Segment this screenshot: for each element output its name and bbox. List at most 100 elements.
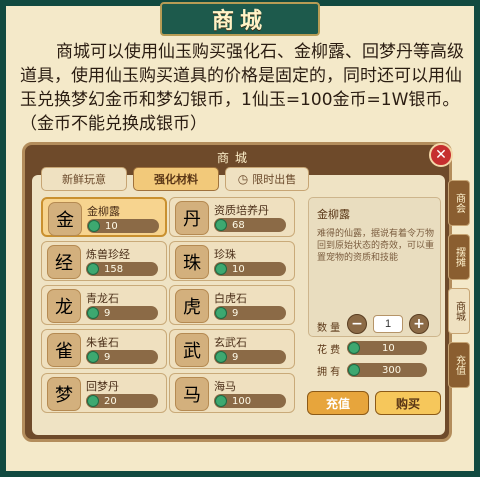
price-value: 10	[105, 220, 118, 232]
jade-coin-icon	[348, 342, 360, 354]
item-price: 9	[214, 350, 286, 364]
item-card[interactable]: 武 玄武石 9	[169, 329, 295, 369]
price-value: 100	[232, 395, 252, 407]
jade-coin-icon	[215, 219, 227, 231]
jade-coin-icon	[87, 351, 99, 363]
side-tab-recharge[interactable]: 充值	[448, 342, 470, 388]
item-icon: 丹	[175, 201, 209, 235]
item-price: 20	[86, 394, 158, 408]
buy-label: 购买	[395, 396, 420, 411]
minus-icon: −	[351, 316, 363, 332]
jade-coin-icon	[215, 395, 227, 407]
item-card[interactable]: 虎 白虎石 9	[169, 285, 295, 325]
jade-coin-icon	[348, 364, 360, 376]
item-price: 9	[86, 350, 158, 364]
item-name: 珍珠	[214, 248, 236, 261]
price-value: 10	[232, 263, 245, 275]
price-value: 9	[104, 307, 111, 319]
cost-pill: 10	[347, 341, 427, 355]
item-grid: 金 金柳露 10 丹 资质培养丹 68 经 炼兽珍经 158 珠 珍珠 10 龙…	[35, 197, 295, 432]
close-icon: ✕	[435, 147, 447, 163]
detail-description: 难得的仙露，据说有着令万物回到原始状态的奇效，可以重置宠物的资质和技能	[317, 229, 435, 263]
jade-coin-icon	[87, 263, 99, 275]
price-value: 9	[232, 351, 239, 363]
item-name: 白虎石	[214, 292, 247, 305]
item-icon: 珠	[175, 245, 209, 279]
quantity-label: 数 量	[317, 323, 341, 334]
banner-title: 商城	[211, 9, 268, 34]
item-icon: 雀	[47, 333, 81, 367]
shop-title-bar: 商城	[175, 147, 295, 167]
cost-label: 花 费	[317, 345, 341, 356]
tab-enhance-materials[interactable]: 强化材料	[133, 167, 219, 191]
recharge-button[interactable]: 充值	[307, 391, 369, 415]
item-card[interactable]: 雀 朱雀石 9	[41, 329, 167, 369]
item-name: 朱雀石	[86, 336, 119, 349]
shop-title: 商城	[216, 150, 253, 165]
price-value: 68	[232, 219, 245, 231]
item-name: 炼兽珍经	[86, 248, 130, 261]
side-tab-label: 摆摊	[453, 247, 465, 267]
item-card[interactable]: 金 金柳露 10	[41, 197, 167, 237]
price-value: 158	[104, 263, 124, 275]
item-card[interactable]: 龙 青龙石 9	[41, 285, 167, 325]
tab-new-items[interactable]: 新鲜玩意	[41, 167, 127, 191]
tab-label: 强化材料	[154, 173, 198, 186]
buy-button[interactable]: 购买	[375, 391, 441, 415]
quantity-input[interactable]	[373, 315, 403, 333]
own-value: 300	[382, 364, 402, 376]
item-name: 海马	[214, 380, 236, 393]
item-card[interactable]: 梦 回梦丹 20	[41, 373, 167, 413]
item-card[interactable]: 丹 资质培养丹 68	[169, 197, 295, 237]
item-card[interactable]: 经 炼兽珍经 158	[41, 241, 167, 281]
tab-label: 限时出售	[252, 173, 297, 186]
item-icon: 梦	[47, 377, 81, 411]
item-price: 158	[86, 262, 158, 276]
item-price: 9	[86, 306, 158, 320]
jade-coin-icon	[215, 351, 227, 363]
item-icon: 武	[175, 333, 209, 367]
item-price: 68	[214, 218, 286, 232]
item-name: 回梦丹	[86, 380, 119, 393]
item-icon: 经	[47, 245, 81, 279]
item-card[interactable]: 马 海马 100	[169, 373, 295, 413]
item-name: 玄武石	[214, 336, 247, 349]
item-name: 资质培养丹	[214, 204, 269, 217]
item-icon: 马	[175, 377, 209, 411]
banner: 商城	[160, 2, 320, 36]
intro-paragraph: 商城可以使用仙玉购买强化石、金柳露、回梦丹等高级道具，使用仙玉购买道具的价格是固…	[20, 40, 465, 136]
shop-window: 商城 ✕ 新鲜玩意 强化材料 ◷ 限时出售 金 金柳露 10 丹 资质培养丹 6…	[22, 142, 453, 442]
side-tab-shop[interactable]: 商城	[448, 288, 470, 334]
close-button[interactable]: ✕	[429, 143, 453, 167]
jade-coin-icon	[87, 395, 99, 407]
jade-coin-icon	[87, 307, 99, 319]
item-price: 10	[87, 219, 159, 233]
detail-name: 金柳露	[317, 208, 350, 221]
item-price: 9	[214, 306, 286, 320]
item-name: 金柳露	[87, 205, 120, 218]
increase-quantity-button[interactable]: +	[409, 314, 429, 334]
recharge-label: 充值	[325, 396, 350, 411]
side-tab-label: 商城	[453, 301, 465, 321]
cost-value: 10	[382, 342, 395, 354]
item-icon: 金	[48, 202, 82, 236]
jade-coin-icon	[88, 220, 100, 232]
side-tab-guild[interactable]: 商会	[448, 180, 470, 226]
decrease-quantity-button[interactable]: −	[347, 314, 367, 334]
side-tab-label: 商会	[453, 193, 465, 213]
own-label: 拥 有	[317, 367, 341, 378]
price-value: 20	[104, 395, 117, 407]
tab-label: 新鲜玩意	[62, 173, 106, 186]
tab-limited-sale[interactable]: ◷ 限时出售	[225, 167, 309, 191]
intro-text: 商城可以使用仙玉购买强化石、金柳露、回梦丹等高级道具，使用仙玉购买道具的价格是固…	[20, 42, 464, 134]
price-value: 9	[232, 307, 239, 319]
item-card[interactable]: 珠 珍珠 10	[169, 241, 295, 281]
plus-icon: +	[413, 316, 425, 332]
item-icon: 龙	[47, 289, 81, 323]
side-tab-stall[interactable]: 摆摊	[448, 234, 470, 280]
own-pill: 300	[347, 363, 427, 377]
jade-coin-icon	[215, 307, 227, 319]
clock-icon: ◷	[237, 172, 249, 186]
price-value: 9	[104, 351, 111, 363]
side-tab-label: 充值	[453, 355, 465, 375]
